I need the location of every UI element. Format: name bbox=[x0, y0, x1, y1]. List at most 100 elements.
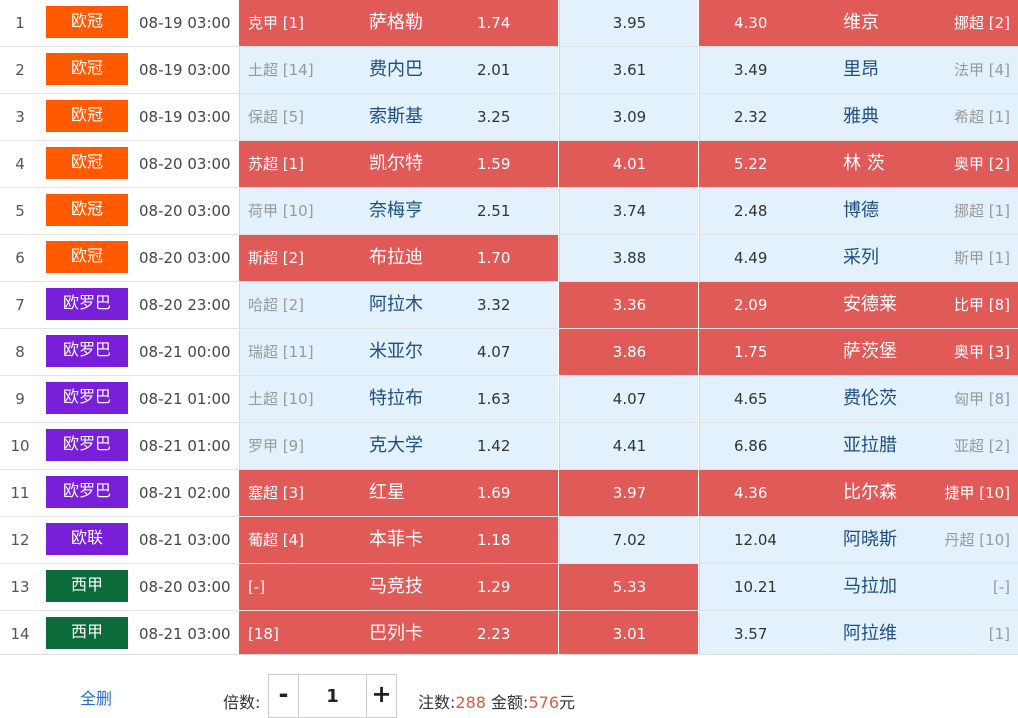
draw-option[interactable]: 5.33 bbox=[559, 564, 698, 610]
home-team: 克大学 bbox=[369, 435, 423, 456]
home-rank: 葡超 [4] bbox=[248, 531, 305, 549]
home-win-option[interactable]: 土超 [14] 费内巴 2.01 bbox=[239, 47, 558, 93]
draw-option[interactable]: 4.07 bbox=[559, 376, 698, 422]
draw-option[interactable]: 3.88 bbox=[559, 235, 698, 281]
home-rank: 苏超 [1] bbox=[248, 155, 305, 173]
away-win-option[interactable]: 3.57 阿拉维 [1] bbox=[699, 611, 1018, 657]
competition-badge: 欧冠 bbox=[46, 100, 128, 132]
away-win-option[interactable]: 4.65 费伦茨 匈甲 [8] bbox=[699, 376, 1018, 422]
draw-odds: 3.36 bbox=[612, 296, 647, 314]
home-win-odds: 1.63 bbox=[477, 390, 511, 408]
home-team: 费内巴 bbox=[369, 59, 423, 80]
away-win-option[interactable]: 3.49 里昂 法甲 [4] bbox=[699, 47, 1018, 93]
draw-option[interactable]: 4.01 bbox=[559, 141, 698, 187]
away-win-option[interactable]: 2.09 安德莱 比甲 [8] bbox=[699, 282, 1018, 328]
match-row: 9 欧罗巴 08-21 01:00 土超 [10] 特拉布 1.63 4.07 4.65 费伦茨… bbox=[0, 376, 1018, 423]
draw-odds: 5.33 bbox=[612, 578, 647, 596]
match-row: 7 欧罗巴 08-20 23:00 哈超 [2] 阿拉木 3.32 3.36 2.09 安德莱 比… bbox=[0, 282, 1018, 329]
multiplier-input[interactable] bbox=[299, 675, 366, 717]
draw-option[interactable]: 3.95 bbox=[559, 0, 698, 46]
home-win-option[interactable]: 塞超 [3] 红星 1.69 bbox=[239, 470, 558, 516]
home-rank: 瑞超 [11] bbox=[248, 343, 314, 361]
away-win-option[interactable]: 2.32 雅典 希超 [1] bbox=[699, 94, 1018, 140]
competition-cell: 欧冠 bbox=[46, 0, 128, 46]
home-rank: [18] bbox=[248, 625, 279, 643]
competition-cell: 欧冠 bbox=[46, 141, 128, 187]
away-win-option[interactable]: 2.48 博德 挪超 [1] bbox=[699, 188, 1018, 234]
increase-button[interactable]: + bbox=[366, 675, 396, 717]
home-win-option[interactable]: [18] 巴列卡 2.23 bbox=[239, 611, 558, 657]
home-win-option[interactable]: 葡超 [4] 本菲卡 1.18 bbox=[239, 517, 558, 563]
competition-badge: 欧冠 bbox=[46, 194, 128, 226]
home-win-option[interactable]: [-] 马竞技 1.29 bbox=[239, 564, 558, 610]
home-win-option[interactable]: 苏超 [1] 凯尔特 1.59 bbox=[239, 141, 558, 187]
away-rank: 匈甲 [8] bbox=[953, 390, 1010, 408]
home-team: 索斯基 bbox=[369, 106, 423, 127]
away-win-option[interactable]: 5.22 林 茨 奥甲 [2] bbox=[699, 141, 1018, 187]
home-team: 红星 bbox=[369, 482, 405, 503]
home-win-option[interactable]: 斯超 [2] 布拉迪 1.70 bbox=[239, 235, 558, 281]
home-win-option[interactable]: 哈超 [2] 阿拉木 3.32 bbox=[239, 282, 558, 328]
draw-option[interactable]: 3.09 bbox=[559, 94, 698, 140]
competition-badge: 欧罗巴 bbox=[46, 288, 128, 320]
home-team: 萨格勒 bbox=[369, 12, 423, 33]
home-win-option[interactable]: 克甲 [1] 萨格勒 1.74 bbox=[239, 0, 558, 46]
draw-option[interactable]: 3.01 bbox=[559, 611, 698, 657]
match-row: 5 欧冠 08-20 03:00 荷甲 [10] 奈梅亨 2.51 3.74 2.48 博德 挪超… bbox=[0, 188, 1018, 235]
away-win-option[interactable]: 4.36 比尔森 捷甲 [10] bbox=[699, 470, 1018, 516]
away-team: 阿拉维 bbox=[843, 623, 897, 644]
clear-all-button[interactable]: 全删 bbox=[80, 685, 112, 709]
match-time: 08-19 03:00 bbox=[139, 61, 231, 79]
home-win-option[interactable]: 罗甲 [9] 克大学 1.42 bbox=[239, 423, 558, 469]
away-win-option[interactable]: 6.86 亚拉腊 亚超 [2] bbox=[699, 423, 1018, 469]
home-win-odds: 3.32 bbox=[477, 296, 511, 314]
match-time: 08-21 03:00 bbox=[139, 531, 231, 549]
row-number: 4 bbox=[15, 155, 25, 173]
draw-odds: 7.02 bbox=[612, 531, 647, 549]
home-rank: 塞超 [3] bbox=[248, 484, 305, 502]
home-rank: 斯超 [2] bbox=[248, 249, 305, 267]
away-win-odds: 4.30 bbox=[734, 14, 768, 32]
draw-odds: 3.88 bbox=[612, 249, 647, 267]
row-number: 8 bbox=[15, 343, 25, 361]
draw-option[interactable]: 7.02 bbox=[559, 517, 698, 563]
away-win-option[interactable]: 12.04 阿晓斯 丹超 [10] bbox=[699, 517, 1018, 563]
away-win-option[interactable]: 4.49 采列 斯甲 [1] bbox=[699, 235, 1018, 281]
away-win-odds: 1.75 bbox=[734, 343, 768, 361]
home-team: 巴列卡 bbox=[369, 623, 423, 644]
home-rank: 哈超 [2] bbox=[248, 296, 305, 314]
home-team: 本菲卡 bbox=[369, 529, 423, 550]
away-team: 比尔森 bbox=[843, 482, 897, 503]
draw-option[interactable]: 3.74 bbox=[559, 188, 698, 234]
home-win-odds: 1.29 bbox=[477, 578, 511, 596]
decrease-button[interactable]: - bbox=[269, 675, 299, 717]
draw-odds: 4.41 bbox=[612, 437, 647, 455]
row-number: 3 bbox=[15, 108, 25, 126]
home-win-option[interactable]: 瑞超 [11] 米亚尔 4.07 bbox=[239, 329, 558, 375]
home-win-odds: 1.70 bbox=[477, 249, 511, 267]
home-win-option[interactable]: 保超 [5] 索斯基 3.25 bbox=[239, 94, 558, 140]
match-row: 3 欧冠 08-19 03:00 保超 [5] 索斯基 3.25 3.09 2.32 雅典 希超 … bbox=[0, 94, 1018, 141]
away-win-option[interactable]: 10.21 马拉加 [-] bbox=[699, 564, 1018, 610]
competition-cell: 欧罗巴 bbox=[46, 423, 128, 469]
away-team: 博德 bbox=[843, 200, 879, 221]
draw-option[interactable]: 3.97 bbox=[559, 470, 698, 516]
away-win-option[interactable]: 4.30 维京 挪超 [2] bbox=[699, 0, 1018, 46]
draw-option[interactable]: 3.86 bbox=[559, 329, 698, 375]
draw-option[interactable]: 3.36 bbox=[559, 282, 698, 328]
away-team: 里昂 bbox=[843, 59, 879, 80]
away-rank: 奥甲 [3] bbox=[953, 343, 1010, 361]
draw-option[interactable]: 4.41 bbox=[559, 423, 698, 469]
multiplier-label: 倍数: bbox=[223, 693, 261, 712]
away-win-odds: 10.21 bbox=[734, 578, 777, 596]
away-win-option[interactable]: 1.75 萨茨堡 奥甲 [3] bbox=[699, 329, 1018, 375]
home-win-odds: 2.01 bbox=[477, 61, 511, 79]
away-win-odds: 3.57 bbox=[734, 625, 768, 643]
home-win-odds: 2.51 bbox=[477, 202, 511, 220]
home-win-option[interactable]: 土超 [10] 特拉布 1.63 bbox=[239, 376, 558, 422]
draw-option[interactable]: 3.61 bbox=[559, 47, 698, 93]
home-win-option[interactable]: 荷甲 [10] 奈梅亨 2.51 bbox=[239, 188, 558, 234]
row-number: 7 bbox=[15, 296, 25, 314]
competition-badge: 欧罗巴 bbox=[46, 429, 128, 461]
competition-cell: 欧罗巴 bbox=[46, 470, 128, 516]
